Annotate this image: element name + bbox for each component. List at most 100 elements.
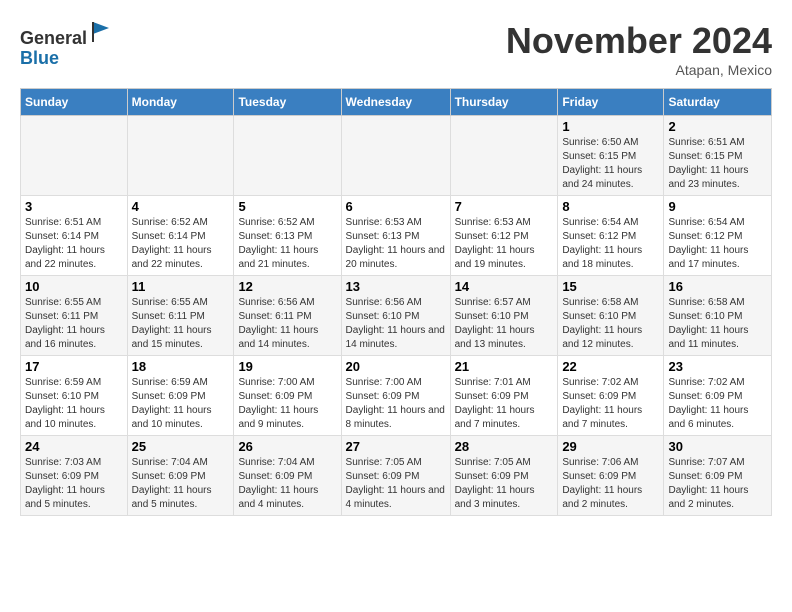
weekday-header-tuesday: Tuesday (234, 89, 341, 116)
sunrise-text: Sunrise: 6:52 AM (132, 217, 208, 228)
day-info: Sunrise: 6:53 AM Sunset: 6:12 PM Dayligh… (455, 216, 554, 272)
day-info: Sunrise: 6:54 AM Sunset: 6:12 PM Dayligh… (562, 216, 659, 272)
daylight-text: Daylight: 11 hours and 4 minutes. (238, 485, 318, 510)
sunrise-text: Sunrise: 6:59 AM (132, 377, 208, 388)
sunset-text: Sunset: 6:09 PM (238, 471, 312, 482)
sunrise-text: Sunrise: 7:02 AM (562, 377, 638, 388)
weekday-header-thursday: Thursday (450, 89, 558, 116)
daylight-text: Daylight: 11 hours and 18 minutes. (562, 245, 642, 270)
calendar-cell: 28 Sunrise: 7:05 AM Sunset: 6:09 PM Dayl… (450, 436, 558, 516)
sunset-text: Sunset: 6:09 PM (238, 391, 312, 402)
sunrise-text: Sunrise: 6:51 AM (25, 217, 101, 228)
day-number: 16 (668, 279, 767, 294)
day-number: 18 (132, 359, 230, 374)
calendar-cell: 16 Sunrise: 6:58 AM Sunset: 6:10 PM Dayl… (664, 276, 772, 356)
day-info: Sunrise: 6:59 AM Sunset: 6:09 PM Dayligh… (132, 376, 230, 432)
sunset-text: Sunset: 6:13 PM (238, 231, 312, 242)
day-number: 10 (25, 279, 123, 294)
daylight-text: Daylight: 11 hours and 21 minutes. (238, 245, 318, 270)
sunrise-text: Sunrise: 6:53 AM (455, 217, 531, 228)
calendar-cell (234, 116, 341, 196)
sunrise-text: Sunrise: 7:05 AM (455, 457, 531, 468)
calendar-cell: 21 Sunrise: 7:01 AM Sunset: 6:09 PM Dayl… (450, 356, 558, 436)
sunrise-text: Sunrise: 6:54 AM (668, 217, 744, 228)
day-number: 13 (346, 279, 446, 294)
logo-blue: Blue (20, 48, 59, 68)
calendar-cell: 7 Sunrise: 6:53 AM Sunset: 6:12 PM Dayli… (450, 196, 558, 276)
daylight-text: Daylight: 11 hours and 13 minutes. (455, 325, 535, 350)
day-info: Sunrise: 7:00 AM Sunset: 6:09 PM Dayligh… (346, 376, 446, 432)
day-number: 28 (455, 439, 554, 454)
day-info: Sunrise: 7:05 AM Sunset: 6:09 PM Dayligh… (346, 456, 446, 512)
day-info: Sunrise: 7:07 AM Sunset: 6:09 PM Dayligh… (668, 456, 767, 512)
daylight-text: Daylight: 11 hours and 19 minutes. (455, 245, 535, 270)
daylight-text: Daylight: 11 hours and 6 minutes. (668, 405, 748, 430)
week-row-2: 3 Sunrise: 6:51 AM Sunset: 6:14 PM Dayli… (21, 196, 772, 276)
daylight-text: Daylight: 11 hours and 7 minutes. (455, 405, 535, 430)
sunrise-text: Sunrise: 7:02 AM (668, 377, 744, 388)
daylight-text: Daylight: 11 hours and 3 minutes. (455, 485, 535, 510)
daylight-text: Daylight: 11 hours and 24 minutes. (562, 165, 642, 190)
day-info: Sunrise: 6:56 AM Sunset: 6:11 PM Dayligh… (238, 296, 336, 352)
sunrise-text: Sunrise: 6:55 AM (25, 297, 101, 308)
sunrise-text: Sunrise: 7:00 AM (238, 377, 314, 388)
sunset-text: Sunset: 6:15 PM (562, 151, 636, 162)
title-block: November 2024 Atapan, Mexico (506, 20, 772, 78)
page-header: General Blue November 2024 Atapan, Mexic… (20, 20, 772, 78)
sunset-text: Sunset: 6:10 PM (562, 311, 636, 322)
daylight-text: Daylight: 11 hours and 4 minutes. (346, 485, 445, 510)
calendar-cell: 27 Sunrise: 7:05 AM Sunset: 6:09 PM Dayl… (341, 436, 450, 516)
day-number: 15 (562, 279, 659, 294)
day-number: 9 (668, 199, 767, 214)
day-info: Sunrise: 6:51 AM Sunset: 6:15 PM Dayligh… (668, 136, 767, 192)
sunrise-text: Sunrise: 7:04 AM (238, 457, 314, 468)
day-number: 4 (132, 199, 230, 214)
sunrise-text: Sunrise: 6:56 AM (238, 297, 314, 308)
sunset-text: Sunset: 6:09 PM (455, 471, 529, 482)
weekday-header-monday: Monday (127, 89, 234, 116)
week-row-5: 24 Sunrise: 7:03 AM Sunset: 6:09 PM Dayl… (21, 436, 772, 516)
calendar-cell: 15 Sunrise: 6:58 AM Sunset: 6:10 PM Dayl… (558, 276, 664, 356)
sunrise-text: Sunrise: 7:05 AM (346, 457, 422, 468)
calendar-cell: 3 Sunrise: 6:51 AM Sunset: 6:14 PM Dayli… (21, 196, 128, 276)
calendar-cell: 9 Sunrise: 6:54 AM Sunset: 6:12 PM Dayli… (664, 196, 772, 276)
sunset-text: Sunset: 6:09 PM (132, 471, 206, 482)
sunrise-text: Sunrise: 6:50 AM (562, 137, 638, 148)
day-info: Sunrise: 6:53 AM Sunset: 6:13 PM Dayligh… (346, 216, 446, 272)
calendar-cell (450, 116, 558, 196)
day-info: Sunrise: 7:02 AM Sunset: 6:09 PM Dayligh… (562, 376, 659, 432)
day-info: Sunrise: 6:57 AM Sunset: 6:10 PM Dayligh… (455, 296, 554, 352)
daylight-text: Daylight: 11 hours and 2 minutes. (562, 485, 642, 510)
weekday-header-friday: Friday (558, 89, 664, 116)
daylight-text: Daylight: 11 hours and 16 minutes. (25, 325, 105, 350)
calendar-cell: 5 Sunrise: 6:52 AM Sunset: 6:13 PM Dayli… (234, 196, 341, 276)
week-row-4: 17 Sunrise: 6:59 AM Sunset: 6:10 PM Dayl… (21, 356, 772, 436)
calendar-cell: 10 Sunrise: 6:55 AM Sunset: 6:11 PM Dayl… (21, 276, 128, 356)
day-info: Sunrise: 6:55 AM Sunset: 6:11 PM Dayligh… (25, 296, 123, 352)
daylight-text: Daylight: 11 hours and 12 minutes. (562, 325, 642, 350)
day-info: Sunrise: 7:05 AM Sunset: 6:09 PM Dayligh… (455, 456, 554, 512)
daylight-text: Daylight: 11 hours and 14 minutes. (346, 325, 445, 350)
day-number: 1 (562, 119, 659, 134)
day-number: 8 (562, 199, 659, 214)
sunset-text: Sunset: 6:10 PM (668, 311, 742, 322)
sunset-text: Sunset: 6:12 PM (668, 231, 742, 242)
calendar-table: SundayMondayTuesdayWednesdayThursdayFrid… (20, 88, 772, 516)
daylight-text: Daylight: 11 hours and 8 minutes. (346, 405, 445, 430)
sunset-text: Sunset: 6:12 PM (455, 231, 529, 242)
calendar-cell: 14 Sunrise: 6:57 AM Sunset: 6:10 PM Dayl… (450, 276, 558, 356)
day-info: Sunrise: 7:02 AM Sunset: 6:09 PM Dayligh… (668, 376, 767, 432)
sunset-text: Sunset: 6:14 PM (25, 231, 99, 242)
day-info: Sunrise: 6:52 AM Sunset: 6:13 PM Dayligh… (238, 216, 336, 272)
day-info: Sunrise: 6:50 AM Sunset: 6:15 PM Dayligh… (562, 136, 659, 192)
day-number: 29 (562, 439, 659, 454)
day-info: Sunrise: 6:51 AM Sunset: 6:14 PM Dayligh… (25, 216, 123, 272)
calendar-cell: 23 Sunrise: 7:02 AM Sunset: 6:09 PM Dayl… (664, 356, 772, 436)
day-number: 7 (455, 199, 554, 214)
weekday-header-row: SundayMondayTuesdayWednesdayThursdayFrid… (21, 89, 772, 116)
sunrise-text: Sunrise: 6:58 AM (668, 297, 744, 308)
calendar-cell: 6 Sunrise: 6:53 AM Sunset: 6:13 PM Dayli… (341, 196, 450, 276)
daylight-text: Daylight: 11 hours and 10 minutes. (25, 405, 105, 430)
calendar-cell (21, 116, 128, 196)
sunset-text: Sunset: 6:09 PM (346, 471, 420, 482)
